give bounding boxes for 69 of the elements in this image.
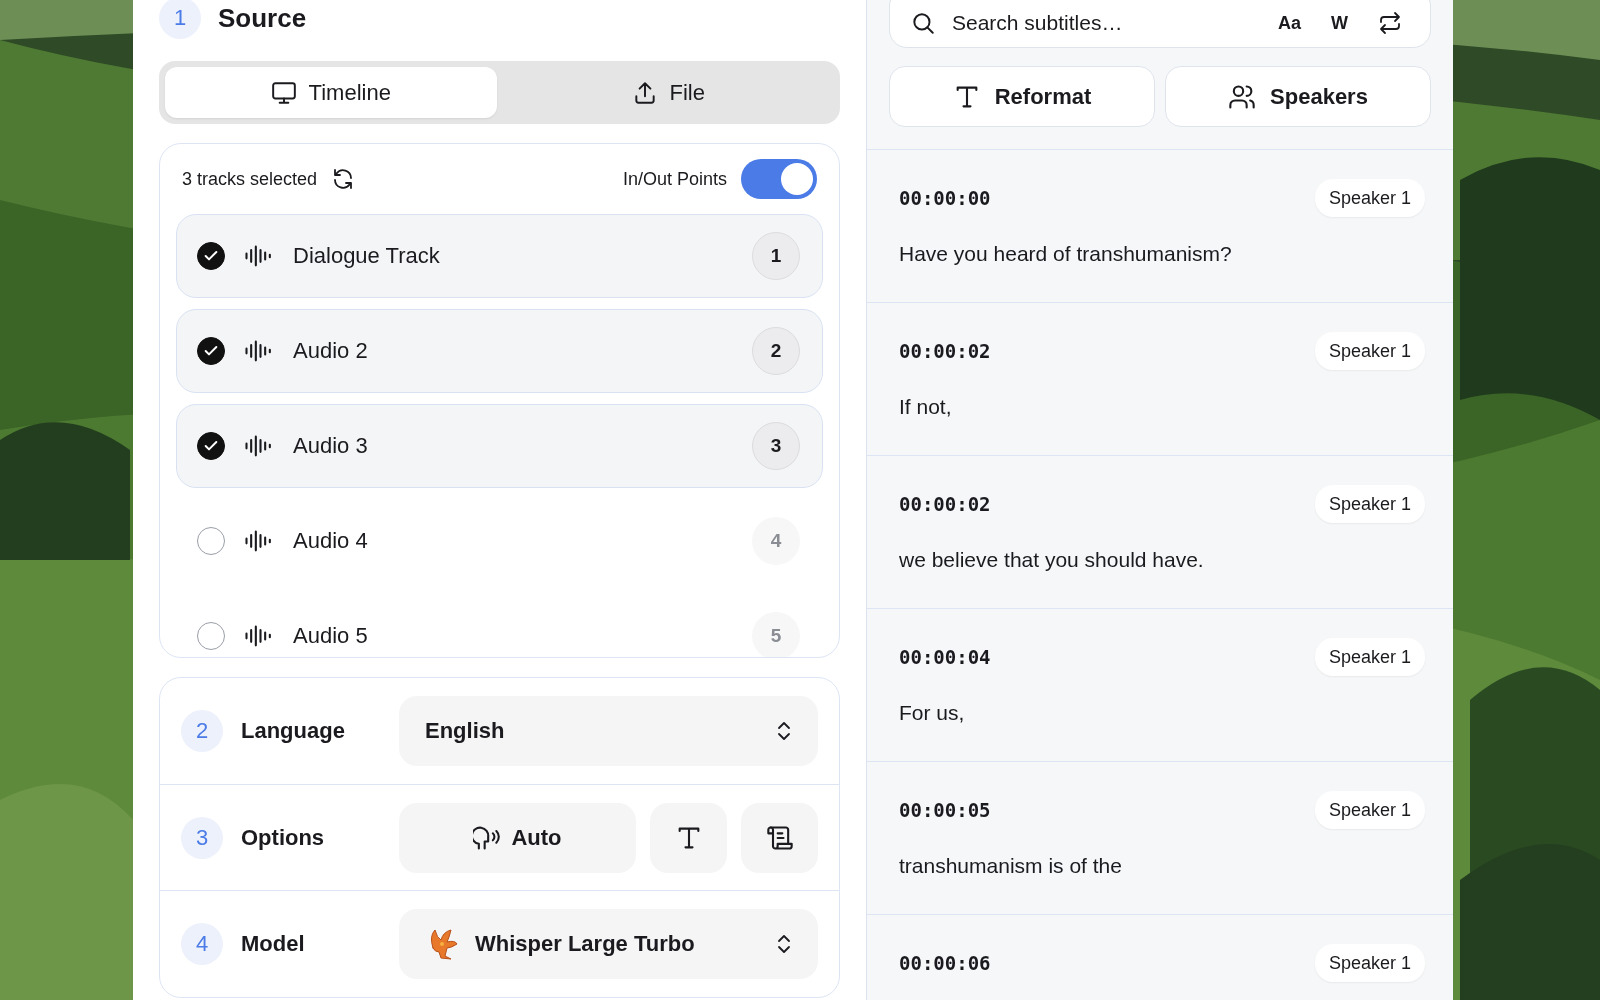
track-number: 3 [752, 422, 800, 470]
track-name: Audio 4 [293, 528, 368, 554]
language-select[interactable]: English [399, 695, 818, 766]
track-name: Audio 5 [293, 623, 368, 649]
track-number: 1 [752, 232, 800, 280]
search-option[interactable]: Aa [1270, 12, 1309, 34]
text-button[interactable] [650, 802, 727, 873]
toggle-label: In/Out Points [622, 168, 727, 190]
timestamp: 00:00:05 [899, 799, 991, 821]
speaker-tag[interactable]: Speaker 1 [1314, 332, 1425, 370]
auto-button[interactable]: Auto [399, 802, 636, 873]
search-option[interactable]: W [1323, 12, 1356, 34]
subtitle-entry[interactable]: 00:00:00 Speaker 1 Have you heard of transhumanism? [867, 150, 1453, 303]
timestamp: 00:00:04 [899, 646, 991, 668]
repeat-icon [1378, 11, 1402, 35]
timestamp: 00:00:02 [899, 340, 991, 362]
scroll-icon [765, 823, 794, 852]
subtitle-entry[interactable]: 00:00:06 Speaker 1 [867, 915, 1453, 1000]
track-checkbox[interactable] [197, 432, 225, 460]
subtitle-text: Have you heard of transhumanism? [899, 242, 1233, 266]
track-checkbox[interactable] [197, 337, 225, 365]
track-name: Audio 2 [293, 338, 368, 364]
search-icon [910, 10, 936, 36]
reformat-button[interactable]: Reformat [889, 66, 1155, 127]
speaker-tag[interactable]: Speaker 1 [1314, 944, 1425, 982]
track-name: Dialogue Track [293, 243, 440, 269]
speaker-tag[interactable]: Speaker 1 [1314, 485, 1425, 523]
track-row[interactable]: Audio 2 2 [176, 309, 823, 393]
timestamp: 00:00:06 [899, 952, 991, 974]
timestamp: 00:00:02 [899, 493, 991, 515]
speakers-button[interactable]: Speakers [1165, 66, 1431, 127]
subtitle-text: If not, [899, 395, 953, 419]
monitor-icon [270, 79, 297, 106]
speaker-tag[interactable]: Speaker 1 [1314, 638, 1425, 676]
track-number: 4 [752, 517, 800, 565]
subtitle-entry[interactable]: 00:00:02 Speaker 1 If not, [867, 303, 1453, 456]
timestamp: 00:00:00 [899, 187, 991, 209]
selection-summary: 3 tracks selected [182, 168, 318, 190]
people-icon [1228, 82, 1257, 111]
subtitle-text: transhumanism is of the [899, 854, 1123, 878]
section-title: Source [218, 2, 307, 34]
track-row[interactable]: Audio 3 3 [176, 404, 823, 488]
in-out-toggle[interactable] [741, 159, 817, 199]
step-number: 2 [181, 709, 223, 752]
setting-label: Language [241, 717, 346, 744]
subtitle-entry[interactable]: 00:00:04 Speaker 1 For us, [867, 609, 1453, 762]
track-number: 2 [752, 327, 800, 375]
track-name: Audio 3 [293, 433, 368, 459]
setting-label: Options [241, 824, 326, 851]
subtitle-text: For us, [899, 701, 966, 725]
track-row[interactable]: Audio 4 4 [176, 499, 823, 583]
track-number: 5 [752, 612, 800, 657]
script-button[interactable] [741, 802, 818, 873]
track-row[interactable]: Audio 5 5 [176, 594, 823, 657]
track-row[interactable]: Dialogue Track 1 [176, 214, 823, 298]
source-tab[interactable]: File [502, 67, 834, 118]
speaker-tag[interactable]: Speaker 1 [1314, 791, 1425, 829]
model-select[interactable]: Whisper Large Turbo [399, 909, 818, 980]
setting-label: Model [241, 931, 306, 958]
subtitle-entry[interactable]: 00:00:02 Speaker 1 we believe that you should have. [867, 456, 1453, 609]
search-field[interactable]: Search subtitles… Aa W [889, 0, 1431, 48]
step-number: 1 [159, 0, 201, 39]
source-tab[interactable]: Timeline [165, 67, 497, 118]
subtitle-text: we believe that you should have. [899, 548, 1205, 572]
track-checkbox[interactable] [197, 242, 225, 270]
step-number: 3 [181, 816, 223, 859]
step-number: 4 [181, 923, 223, 966]
subtitle-entry[interactable]: 00:00:05 Speaker 1 transhumanism is of the [867, 762, 1453, 915]
speaker-tag[interactable]: Speaker 1 [1314, 179, 1425, 217]
